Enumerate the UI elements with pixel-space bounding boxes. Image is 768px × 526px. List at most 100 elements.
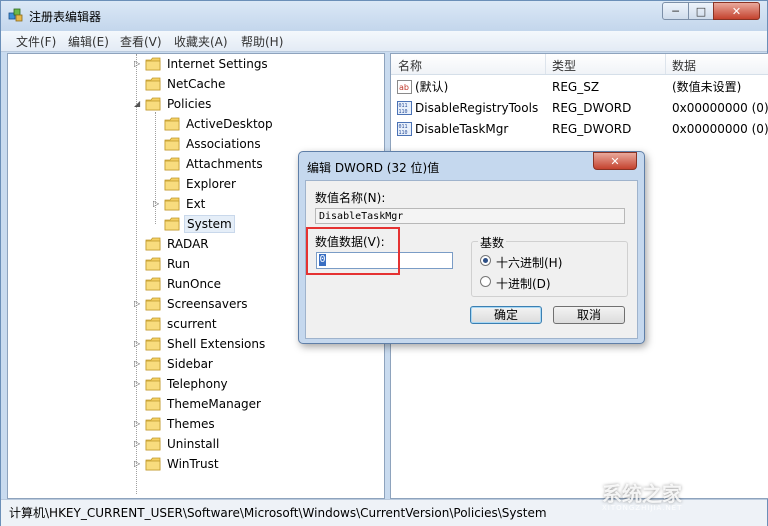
value-data: 0x00000000 (0) — [672, 122, 768, 136]
tree-item-label: Uninstall — [167, 437, 220, 451]
column-name[interactable]: 名称 — [398, 57, 422, 74]
expand-arrow-icon[interactable]: ▷ — [134, 295, 143, 313]
expand-arrow-icon[interactable]: ▷ — [134, 355, 143, 373]
column-data[interactable]: 数据 — [672, 57, 696, 74]
tree-item-label: RunOnce — [167, 277, 222, 291]
value-name[interactable]: DisableRegistryTools — [415, 98, 538, 118]
value-data: 0x00000000 (0) — [672, 101, 768, 115]
values-header: 名称 类型 数据 — [391, 54, 768, 75]
folder-icon — [145, 337, 161, 351]
tree-item-label: WinTrust — [167, 457, 219, 471]
tree-item-label: Themes — [167, 417, 215, 431]
tree-item-label: Run — [167, 257, 191, 271]
folder-icon — [145, 457, 161, 471]
tree-item-label: Shell Extensions — [167, 337, 266, 351]
binary-value-icon: 011 110 — [397, 122, 412, 136]
folder-icon — [145, 317, 161, 331]
title-bar[interactable]: 注册表编辑器 ─ □ ✕ — [1, 1, 767, 31]
menu-bar: 文件(F) 编辑(E) 查看(V) 收藏夹(A) 帮助(H) — [1, 31, 767, 52]
ok-button[interactable]: 确定 — [470, 306, 542, 324]
column-divider[interactable] — [665, 54, 666, 74]
menu-file[interactable]: 文件(F) — [16, 33, 56, 50]
expand-arrow-icon[interactable]: ▷ — [134, 415, 143, 433]
folder-icon — [145, 357, 161, 371]
value-name[interactable]: (默认) — [415, 77, 448, 97]
value-name[interactable]: DisableTaskMgr — [415, 119, 508, 139]
tree-item-label: Ext — [186, 197, 206, 211]
base-label: 基数 — [478, 234, 507, 251]
expand-arrow-icon[interactable]: ▷ — [134, 435, 143, 453]
value-type: REG_DWORD — [552, 122, 632, 136]
tree-item-label: Internet Settings — [167, 57, 268, 71]
string-value-icon: ab — [397, 80, 412, 94]
column-divider[interactable] — [545, 54, 546, 74]
folder-icon — [145, 277, 161, 291]
folder-icon — [145, 437, 161, 451]
value-type: REG_SZ — [552, 80, 600, 94]
tree-item-label: NetCache — [167, 77, 226, 91]
tree-item-label: Screensavers — [167, 297, 248, 311]
minimize-button[interactable]: ─ — [662, 2, 689, 20]
status-path: 计算机\HKEY_CURRENT_USER\Software\Microsoft… — [9, 506, 547, 520]
folder-icon — [145, 417, 161, 431]
menu-edit[interactable]: 编辑(E) — [68, 33, 109, 50]
svg-text:ab: ab — [399, 83, 409, 92]
folder-icon — [164, 197, 180, 211]
folder-icon — [164, 157, 180, 171]
window-title: 注册表编辑器 — [29, 10, 102, 24]
tree-item-label: Sidebar — [167, 357, 213, 371]
value-type: REG_DWORD — [552, 101, 632, 115]
regedit-icon — [8, 8, 23, 22]
tree-item-label: Attachments — [186, 157, 263, 171]
menu-view[interactable]: 查看(V) — [120, 33, 162, 50]
dialog-close-button[interactable]: ✕ — [593, 152, 637, 170]
tree-item-label: Associations — [186, 137, 261, 151]
watermark-url: XITONGZHIJIA.NET — [602, 504, 683, 512]
folder-icon — [145, 377, 161, 391]
tree-item-label: Policies — [167, 97, 212, 111]
binary-value-icon: 011 110 — [397, 101, 412, 115]
value-data: (数值未设置) — [672, 80, 742, 94]
tree-item-label: scurrent — [167, 317, 217, 331]
radio-hex-indicator[interactable] — [480, 255, 491, 266]
tree-item-label: Explorer — [186, 177, 236, 191]
folder-icon — [164, 117, 180, 131]
folder-icon — [145, 257, 161, 271]
folder-icon — [145, 77, 161, 91]
tree-item-label: System — [184, 215, 235, 233]
expand-arrow-icon[interactable]: ▷ — [134, 335, 143, 353]
annotation-highlight-box — [306, 227, 400, 275]
maximize-button[interactable]: □ — [688, 2, 714, 20]
folder-icon — [145, 57, 161, 71]
folder-icon — [145, 297, 161, 311]
menu-help[interactable]: 帮助(H) — [241, 33, 283, 50]
expand-arrow-icon[interactable]: ▷ — [134, 455, 143, 473]
radio-dec-indicator[interactable] — [480, 276, 491, 287]
radio-dec-label: 十进制(D) — [496, 277, 551, 291]
menu-favorites[interactable]: 收藏夹(A) — [174, 33, 228, 50]
tree-item-label: ActiveDesktop — [186, 117, 273, 131]
folder-icon — [145, 397, 161, 411]
watermark-logo: 系统之家 — [602, 482, 682, 506]
value-name-label: 数值名称(N): — [315, 191, 386, 205]
folder-icon — [164, 137, 180, 151]
folder-icon — [164, 217, 180, 231]
tree-item-label: RADAR — [167, 237, 209, 251]
svg-text:110: 110 — [399, 109, 408, 115]
tree-item-label: Telephony — [167, 377, 228, 391]
radio-hex-label: 十六进制(H) — [496, 256, 563, 270]
expand-arrow-icon[interactable]: ▷ — [134, 55, 143, 73]
close-button[interactable]: ✕ — [713, 2, 760, 20]
folder-icon — [145, 97, 161, 111]
expand-arrow-icon[interactable]: ▷ — [134, 375, 143, 393]
collapse-arrow-icon[interactable]: ◢ — [134, 95, 143, 113]
value-name-field[interactable]: DisableTaskMgr — [315, 208, 625, 224]
dialog-title: 编辑 DWORD (32 位)值 — [307, 161, 440, 175]
folder-icon — [145, 237, 161, 251]
column-type[interactable]: 类型 — [552, 57, 576, 74]
cancel-button[interactable]: 取消 — [553, 306, 625, 324]
svg-text:110: 110 — [399, 130, 408, 136]
expand-arrow-icon[interactable]: ▷ — [153, 195, 162, 213]
folder-icon — [164, 177, 180, 191]
tree-item-label: ThemeManager — [167, 397, 261, 411]
